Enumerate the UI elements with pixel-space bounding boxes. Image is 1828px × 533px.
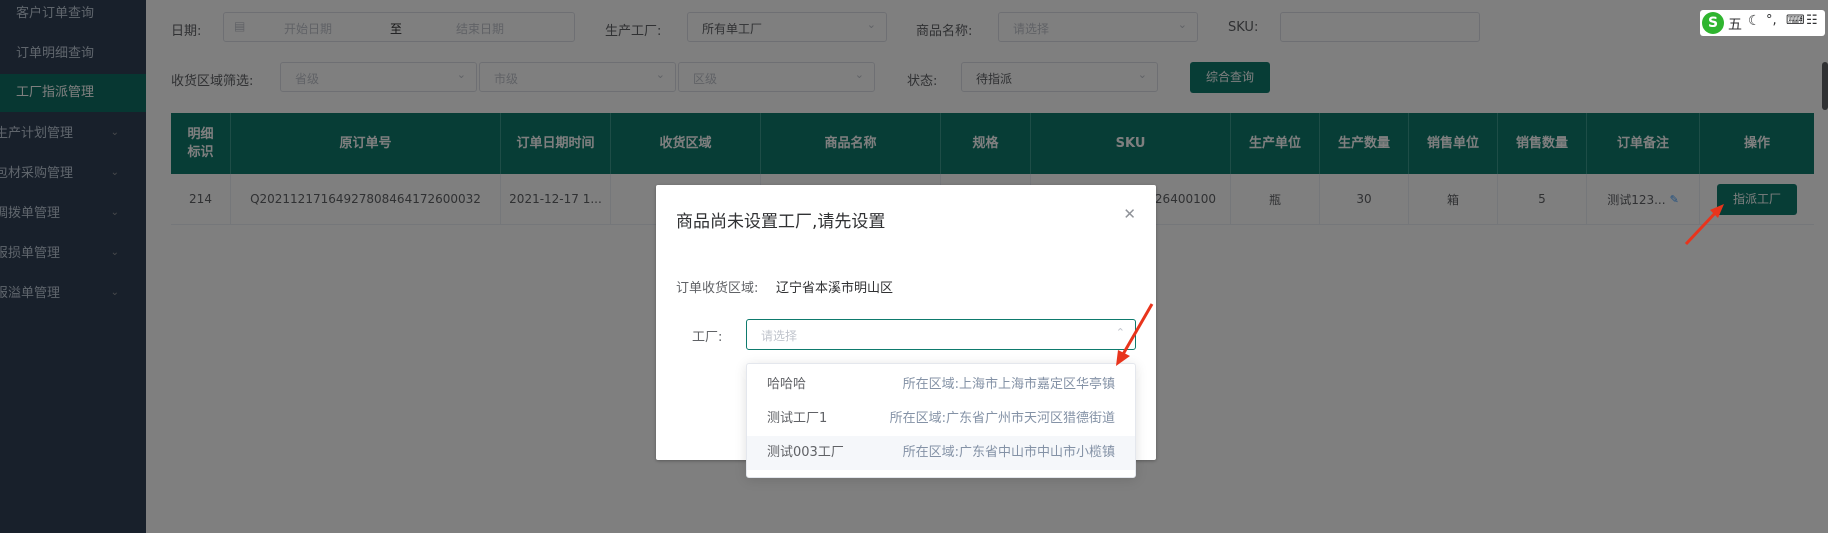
factory-select-input[interactable]: 请选择 ⌃ [746,319,1136,350]
shirt-icon[interactable]: ☷ [1806,13,1818,28]
ime-mode[interactable]: 五 [1728,14,1742,34]
keyboard-icon[interactable]: ⌨ [1786,13,1805,28]
option-area: 所在区域:上海市上海市嘉定区华亭镇 [902,377,1115,392]
order-region-label: 订单收货区域: [676,281,759,296]
factory-select-placeholder: 请选择 [761,329,798,343]
annotation-arrow [1684,204,1724,246]
option-name: 测试003工厂 [767,445,844,460]
punctuation-toggle[interactable]: °, [1766,13,1777,28]
close-icon[interactable]: ✕ [1123,205,1136,223]
ime-toolbar: S 五 ☾ °, ⌨ ☷ [1700,10,1825,36]
factory-dropdown: 哈哈哈 所在区域:上海市上海市嘉定区华亭镇 测试工厂1 所在区域:广东省广州市天… [746,363,1136,478]
option-area: 所在区域:广东省广州市天河区猎德街道 [889,411,1115,426]
option-name: 哈哈哈 [767,377,807,392]
factory-field-label: 工厂: [692,330,723,345]
dropdown-option[interactable]: 测试003工厂 所在区域:广东省中山市中山市小榄镇 [747,436,1135,470]
sogou-icon[interactable]: S [1702,12,1724,34]
option-area: 所在区域:广东省中山市中山市小榄镇 [902,445,1115,460]
scrollbar-handle[interactable] [1822,62,1828,110]
dropdown-option[interactable]: 测试工厂1 所在区域:广东省广州市天河区猎德街道 [747,402,1135,436]
option-name: 测试工厂1 [767,411,828,426]
annotation-arrow [1116,303,1154,366]
moon-icon[interactable]: ☾ [1748,13,1761,29]
order-region-value: 辽宁省本溪市明山区 [776,281,894,296]
dropdown-option[interactable]: 哈哈哈 所在区域:上海市上海市嘉定区华亭镇 [747,368,1135,402]
dialog-title: 商品尚未设置工厂,请先设置 [676,212,886,232]
